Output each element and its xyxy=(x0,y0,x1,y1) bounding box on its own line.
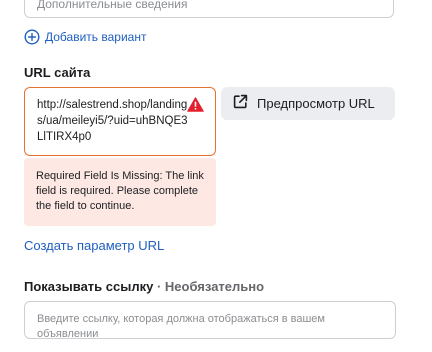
add-variant-label: Добавить вариант xyxy=(45,30,147,44)
external-link-icon xyxy=(233,94,248,114)
website-url-label: URL сайта xyxy=(24,65,91,80)
display-link-placeholder: Введите ссылку, которая должна отображат… xyxy=(37,313,325,339)
optional-tag: · Необязательно xyxy=(156,279,265,294)
add-variant-button[interactable]: Добавить вариант xyxy=(24,29,146,45)
url-error-message: Required Field Is Missing: The link fiel… xyxy=(24,158,216,226)
display-link-label: Показывать ссылку · Необязательно xyxy=(24,279,264,294)
additional-info-field[interactable]: Дополнительные сведения xyxy=(24,0,394,18)
url-error-text: Required Field Is Missing: The link fiel… xyxy=(36,170,204,212)
warning-triangle-icon xyxy=(187,97,204,117)
preview-url-label: Предпросмотр URL xyxy=(257,96,375,111)
plus-circle-icon xyxy=(24,29,40,45)
preview-url-button[interactable]: Предпросмотр URL xyxy=(221,87,395,120)
website-url-value: http://salestrend.shop/landings/ua/meile… xyxy=(37,99,188,143)
display-link-input[interactable]: Введите ссылку, которая должна отображат… xyxy=(24,301,396,339)
website-url-input[interactable]: http://salestrend.shop/landings/ua/meile… xyxy=(24,87,216,156)
create-url-parameter-link[interactable]: Создать параметр URL xyxy=(24,238,164,253)
additional-info-placeholder: Дополнительные сведения xyxy=(37,0,188,11)
display-link-title: Показывать ссылку xyxy=(24,279,154,294)
